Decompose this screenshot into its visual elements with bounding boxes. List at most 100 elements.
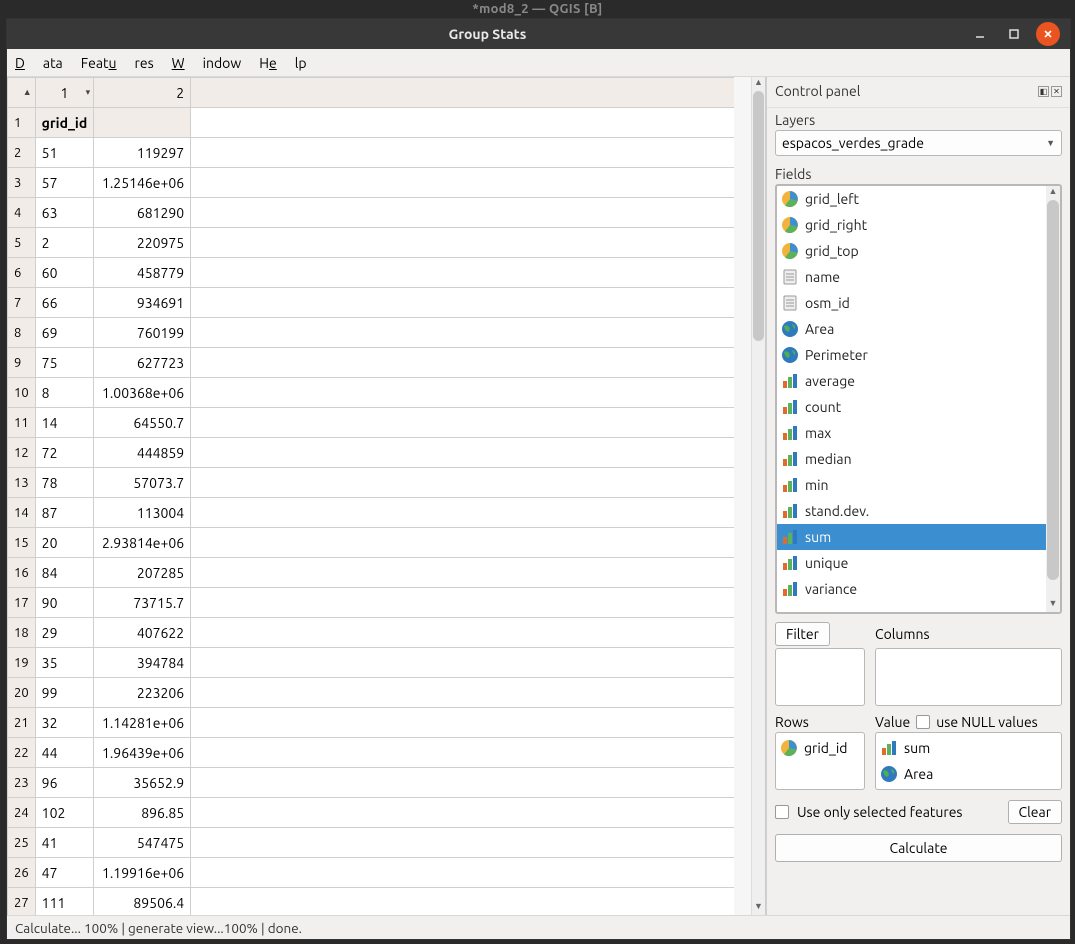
table-row[interactable]: 26471.19916e+06 bbox=[8, 858, 734, 888]
row-number[interactable]: 2 bbox=[8, 138, 36, 168]
rows-dropzone[interactable]: grid_id bbox=[775, 732, 865, 790]
table-row[interactable]: 975627723 bbox=[8, 348, 734, 378]
field-item-sum[interactable]: sum bbox=[777, 524, 1046, 550]
cell-grid-id[interactable]: 60 bbox=[35, 258, 94, 288]
table-row[interactable]: 869760199 bbox=[8, 318, 734, 348]
titlebar[interactable]: Group Stats bbox=[7, 19, 1070, 49]
cell-grid-id[interactable]: 51 bbox=[35, 138, 94, 168]
row-number[interactable]: 18 bbox=[8, 618, 36, 648]
row-number[interactable]: 20 bbox=[8, 678, 36, 708]
cell-value[interactable]: 113004 bbox=[94, 498, 191, 528]
col-header-2[interactable]: 2 bbox=[94, 78, 191, 108]
cell-value[interactable]: 73715.7 bbox=[94, 588, 191, 618]
row-number[interactable]: 9 bbox=[8, 348, 36, 378]
row-number[interactable]: 6 bbox=[8, 258, 36, 288]
row-number[interactable]: 27 bbox=[8, 888, 36, 916]
cell-value[interactable]: 444859 bbox=[94, 438, 191, 468]
cell-value[interactable]: 2.93814e+06 bbox=[94, 528, 191, 558]
cell-value[interactable]: 207285 bbox=[94, 558, 191, 588]
cell-value[interactable]: 1.00368e+06 bbox=[94, 378, 191, 408]
row-number[interactable]: 3 bbox=[8, 168, 36, 198]
table-row[interactable]: 1684207285 bbox=[8, 558, 734, 588]
table-row[interactable]: 2711189506.4 bbox=[8, 888, 734, 916]
row-number[interactable]: 8 bbox=[8, 318, 36, 348]
corner-cell[interactable]: ▲ bbox=[8, 78, 36, 108]
panel-undock-icon[interactable]: ◧ bbox=[1038, 86, 1049, 97]
row-number[interactable]: 21 bbox=[8, 708, 36, 738]
table-row[interactable]: 24102896.85 bbox=[8, 798, 734, 828]
field-item-name[interactable]: name bbox=[777, 264, 1046, 290]
row-number[interactable]: 5 bbox=[8, 228, 36, 258]
cell-value[interactable]: 627723 bbox=[94, 348, 191, 378]
cell-value[interactable]: 896.85 bbox=[94, 798, 191, 828]
layers-combo[interactable]: espacos_verdes_grade ▼ bbox=[775, 130, 1062, 156]
minimize-button[interactable] bbox=[968, 22, 992, 46]
row-number[interactable]: 22 bbox=[8, 738, 36, 768]
row-number[interactable]: 12 bbox=[8, 438, 36, 468]
field-item-Area[interactable]: Area bbox=[777, 316, 1046, 342]
fields-list[interactable]: grid_leftgrid_rightgrid_topnameosm_idAre… bbox=[775, 184, 1062, 614]
table-row[interactable]: 22441.96439e+06 bbox=[8, 738, 734, 768]
row-number[interactable]: 15 bbox=[8, 528, 36, 558]
cell-grid-id[interactable]: 96 bbox=[35, 768, 94, 798]
use-null-checkbox[interactable] bbox=[916, 715, 930, 729]
clear-button[interactable]: Clear bbox=[1008, 800, 1062, 824]
field-item-grid_top[interactable]: grid_top bbox=[777, 238, 1046, 264]
table-row[interactable]: 179073715.7 bbox=[8, 588, 734, 618]
cell-value[interactable]: 1.25146e+06 bbox=[94, 168, 191, 198]
field-item-max[interactable]: max bbox=[777, 420, 1046, 446]
table-row[interactable]: 15202.93814e+06 bbox=[8, 528, 734, 558]
row-number[interactable]: 4 bbox=[8, 198, 36, 228]
columns-dropzone[interactable] bbox=[875, 648, 1062, 706]
field-item-grid_right[interactable]: grid_right bbox=[777, 212, 1046, 238]
row-hdr[interactable]: 1▾ bbox=[8, 108, 36, 138]
fields-scrollbar[interactable]: ▲ ▼ bbox=[1046, 186, 1060, 612]
row-number[interactable]: 11 bbox=[8, 408, 36, 438]
calculate-button[interactable]: Calculate bbox=[775, 834, 1062, 862]
table-row[interactable]: 3571.25146e+06 bbox=[8, 168, 734, 198]
cell-value[interactable]: 89506.4 bbox=[94, 888, 191, 916]
cell-grid-id[interactable]: 29 bbox=[35, 618, 94, 648]
row-number[interactable]: 7 bbox=[8, 288, 36, 318]
cell-grid-id[interactable]: 87 bbox=[35, 498, 94, 528]
table-row[interactable]: 1081.00368e+06 bbox=[8, 378, 734, 408]
drop-item-grid_id[interactable]: grid_id bbox=[778, 735, 862, 761]
cell-grid-id[interactable]: 75 bbox=[35, 348, 94, 378]
menu-window[interactable]: Window bbox=[172, 55, 242, 71]
cell-value[interactable]: 934691 bbox=[94, 288, 191, 318]
cell-grid-id[interactable]: 44 bbox=[35, 738, 94, 768]
table-row[interactable]: 660458779 bbox=[8, 258, 734, 288]
table-row[interactable]: 21321.14281e+06 bbox=[8, 708, 734, 738]
field-item-median[interactable]: median bbox=[777, 446, 1046, 472]
maximize-button[interactable] bbox=[1002, 22, 1026, 46]
field-item-osm_id[interactable]: osm_id bbox=[777, 290, 1046, 316]
table-row[interactable]: 1487113004 bbox=[8, 498, 734, 528]
table-row[interactable]: 239635652.9 bbox=[8, 768, 734, 798]
cell-value[interactable]: 760199 bbox=[94, 318, 191, 348]
table-row[interactable]: 1829407622 bbox=[8, 618, 734, 648]
table-row[interactable]: 111464550.7 bbox=[8, 408, 734, 438]
cell-grid-id[interactable]: 72 bbox=[35, 438, 94, 468]
filter-button[interactable]: Filter bbox=[775, 622, 830, 646]
cell-grid-id[interactable]: 57 bbox=[35, 168, 94, 198]
panel-close-icon[interactable]: ✕ bbox=[1051, 86, 1062, 97]
cell-grid-id[interactable]: 63 bbox=[35, 198, 94, 228]
cell-value[interactable]: 407622 bbox=[94, 618, 191, 648]
field-item-unique[interactable]: unique bbox=[777, 550, 1046, 576]
cell-grid-id[interactable]: 14 bbox=[35, 408, 94, 438]
table-row[interactable]: 2541547475 bbox=[8, 828, 734, 858]
cell-value[interactable]: 1.19916e+06 bbox=[94, 858, 191, 888]
row-number[interactable]: 14 bbox=[8, 498, 36, 528]
drop-item-sum[interactable]: sum bbox=[878, 735, 1059, 761]
col-header-1[interactable]: 1▾ bbox=[35, 78, 94, 108]
row-number[interactable]: 24 bbox=[8, 798, 36, 828]
row-number[interactable]: 25 bbox=[8, 828, 36, 858]
use-selected-checkbox[interactable] bbox=[775, 805, 789, 819]
table-row[interactable]: 1935394784 bbox=[8, 648, 734, 678]
cell-grid-id[interactable]: 32 bbox=[35, 708, 94, 738]
cell-grid-id[interactable]: 111 bbox=[35, 888, 94, 916]
value-dropzone[interactable]: sumArea bbox=[875, 732, 1062, 790]
close-button[interactable] bbox=[1036, 22, 1060, 46]
cell-grid-id[interactable]: 84 bbox=[35, 558, 94, 588]
row-number[interactable]: 19 bbox=[8, 648, 36, 678]
